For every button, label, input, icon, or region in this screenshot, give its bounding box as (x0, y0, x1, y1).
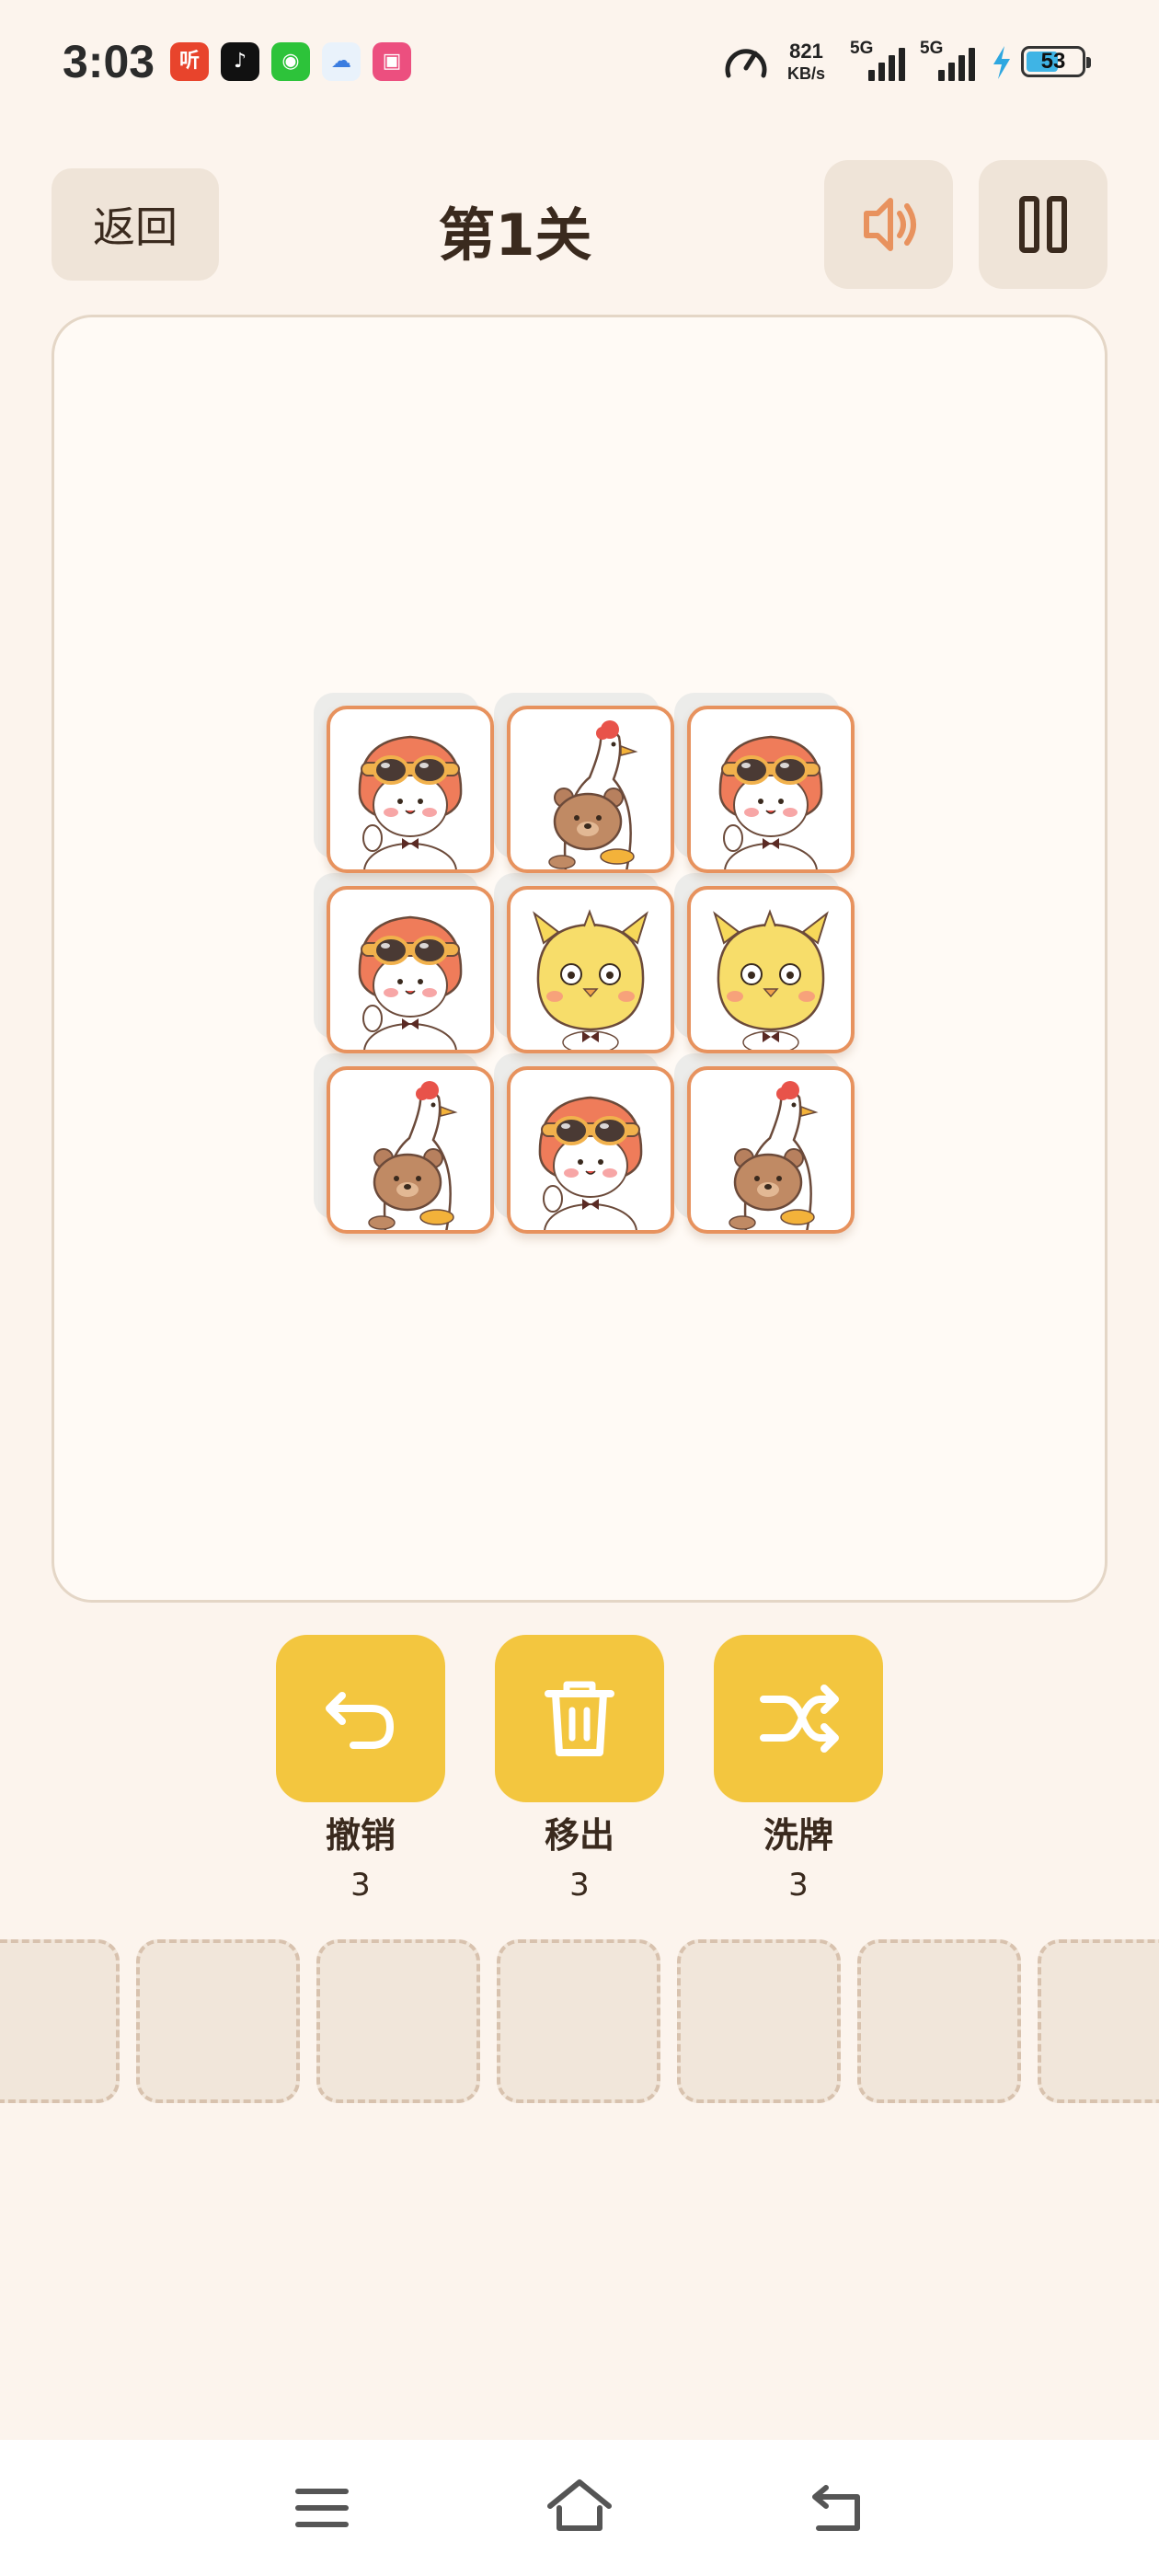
pink-app-icon: ▣ (373, 42, 411, 81)
remove-button[interactable] (495, 1635, 664, 1802)
menu-icon[interactable] (294, 2440, 350, 2576)
slot-7 (1038, 1939, 1159, 2103)
pilot-cat-icon (358, 915, 463, 1050)
sim2-signal-icon (938, 44, 984, 81)
sound-button[interactable] (824, 160, 953, 289)
tile-chick-cat[interactable] (507, 886, 674, 1053)
slot-2 (136, 1939, 300, 2103)
back-nav-icon[interactable] (809, 2440, 865, 2576)
level-title: 第1关 (438, 201, 592, 269)
pause-button[interactable] (979, 160, 1107, 289)
undo-button[interactable] (276, 1635, 445, 1802)
shuffle-icon (760, 1685, 839, 1753)
tile-goose-bear[interactable] (327, 1066, 494, 1234)
charging-icon (993, 46, 1010, 79)
undo-tool: 撤销 3 (276, 1635, 445, 1905)
shuffle-button[interactable] (714, 1635, 883, 1802)
goose-bear-icon (368, 1081, 458, 1230)
cloud-app-icon: ☁ (322, 42, 361, 81)
slot-3 (316, 1939, 480, 2103)
undo-count: 3 (350, 1867, 371, 1903)
tile-pilot-cat[interactable] (327, 886, 494, 1053)
remove-tool: 移出 3 (495, 1635, 664, 1905)
net-speed-value: 821 (789, 40, 823, 63)
slot-5 (677, 1939, 841, 2103)
goose-bear-icon (548, 720, 638, 869)
wechat-app-icon: ◉ (271, 42, 310, 81)
pilot-cat-icon (718, 735, 823, 869)
goose-bear-icon (729, 1081, 819, 1230)
shuffle-tool: 洗牌 3 (714, 1635, 883, 1905)
undo-label: 撤销 (325, 1815, 396, 1856)
speedometer-icon (725, 49, 767, 78)
pilot-cat-icon (358, 735, 463, 869)
tile-pilot-cat[interactable] (507, 1066, 674, 1234)
pilot-cat-icon (538, 1096, 643, 1230)
chick-cat-icon (713, 909, 829, 1050)
tile-goose-bear[interactable] (507, 706, 674, 873)
status-bar: 3:03 听 ♪ ◉ ☁ ▣ 821 KB/s 5G 5G 53 (0, 0, 1159, 120)
tile-chick-cat[interactable] (687, 886, 855, 1053)
remove-count: 3 (569, 1867, 590, 1903)
battery-level: 53 (1040, 49, 1066, 74)
remove-label: 移出 (544, 1815, 614, 1856)
chick-cat-icon (533, 909, 648, 1050)
back-button[interactable]: 返回 (52, 168, 219, 281)
home-icon[interactable] (546, 2440, 613, 2576)
shuffle-count: 3 (788, 1867, 809, 1903)
sim1-signal-icon (868, 44, 914, 81)
net-speed-unit: KB/s (787, 64, 826, 83)
net-speed: 821 KB/s (787, 40, 825, 85)
status-time: 3:03 (63, 36, 155, 87)
undo-icon (326, 1692, 394, 1749)
tile-pilot-cat[interactable] (687, 706, 855, 873)
battery-icon: 53 (1021, 46, 1091, 77)
speaker-icon (864, 198, 916, 251)
tile-goose-bear[interactable] (687, 1066, 855, 1234)
slot-6 (857, 1939, 1021, 2103)
system-nav-bar (0, 2440, 1159, 2576)
slot-1 (0, 1939, 120, 2103)
pause-icon (1019, 196, 1067, 253)
trash-icon (545, 1681, 614, 1756)
tile-pilot-cat[interactable] (327, 706, 494, 873)
slot-4 (497, 1939, 660, 2103)
ting-app-icon: 听 (170, 42, 209, 81)
douyin-app-icon: ♪ (221, 42, 259, 81)
shuffle-label: 洗牌 (763, 1815, 833, 1856)
